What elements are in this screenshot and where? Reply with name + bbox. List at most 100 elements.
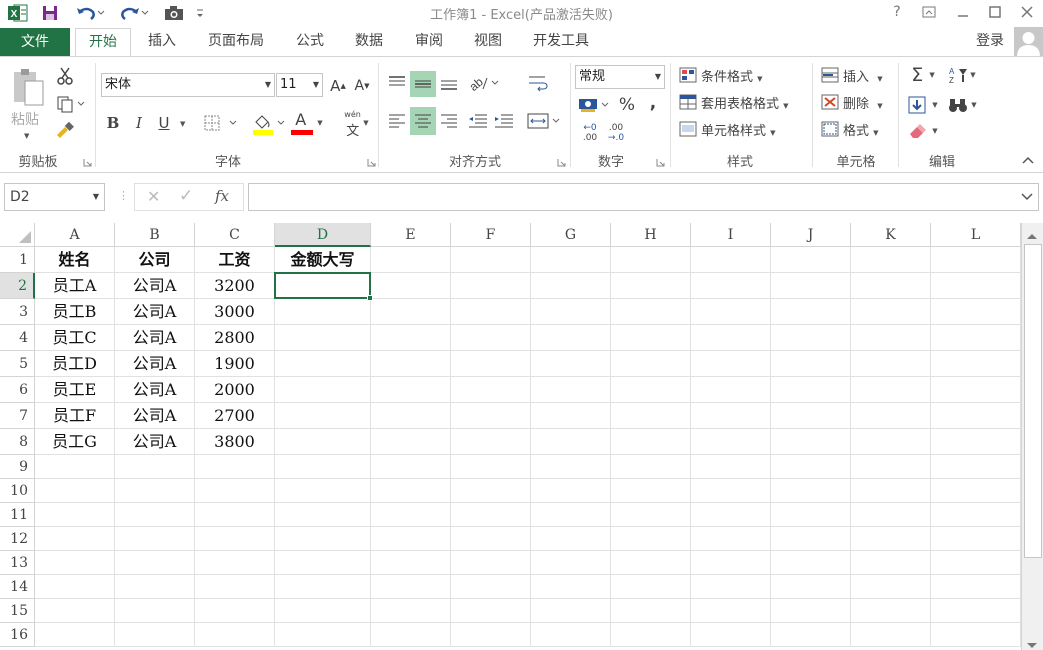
formula-input[interactable] — [248, 183, 1039, 211]
cell-i1[interactable] — [691, 247, 771, 273]
wrap-text-icon[interactable] — [526, 71, 552, 97]
cell-c6[interactable]: 2000 — [195, 377, 275, 403]
cell-f16[interactable] — [451, 623, 531, 647]
cell-c12[interactable] — [195, 527, 275, 551]
cell-k12[interactable] — [851, 527, 931, 551]
row-header-7[interactable]: 7 — [0, 403, 35, 429]
cell-l8[interactable] — [931, 429, 1021, 455]
column-header-h[interactable]: H — [611, 223, 691, 247]
cell-l11[interactable] — [931, 503, 1021, 527]
cell-i4[interactable] — [691, 325, 771, 351]
cell-h15[interactable] — [611, 599, 691, 623]
delete-cells-icon[interactable] — [820, 92, 840, 112]
cell-d6[interactable] — [275, 377, 371, 403]
cell-h11[interactable] — [611, 503, 691, 527]
cell-b3[interactable]: 公司A — [115, 299, 195, 325]
clipboard-launcher-icon[interactable] — [83, 156, 92, 167]
cell-a13[interactable] — [35, 551, 115, 575]
cell-j15[interactable] — [771, 599, 851, 623]
cell-d3[interactable] — [275, 299, 371, 325]
cut-icon[interactable] — [54, 65, 76, 87]
cell-h12[interactable] — [611, 527, 691, 551]
decrease-indent-icon[interactable] — [466, 109, 490, 133]
maximize-icon[interactable] — [984, 2, 1006, 22]
cell-j16[interactable] — [771, 623, 851, 647]
row-header-2[interactable]: 2 — [0, 273, 35, 299]
cell-a8[interactable]: 员工G — [35, 429, 115, 455]
format-cells-icon[interactable] — [820, 119, 840, 139]
font-launcher-icon[interactable] — [367, 156, 376, 167]
cell-a9[interactable] — [35, 455, 115, 479]
avatar[interactable] — [1014, 27, 1043, 57]
cell-j7[interactable] — [771, 403, 851, 429]
cell-g7[interactable] — [531, 403, 611, 429]
cell-h4[interactable] — [611, 325, 691, 351]
cell-l3[interactable] — [931, 299, 1021, 325]
row-header-11[interactable]: 11 — [0, 503, 35, 527]
cell-i5[interactable] — [691, 351, 771, 377]
cell-i14[interactable] — [691, 575, 771, 599]
paste-button-label[interactable]: 粘贴 — [11, 109, 39, 129]
cell-b4[interactable]: 公司A — [115, 325, 195, 351]
middle-align-icon[interactable] — [410, 71, 436, 97]
cell-g16[interactable] — [531, 623, 611, 647]
fill-color-button[interactable] — [250, 109, 288, 137]
cell-e6[interactable] — [371, 377, 451, 403]
cell-d16[interactable] — [275, 623, 371, 647]
cell-d12[interactable] — [275, 527, 371, 551]
cell-e16[interactable] — [371, 623, 451, 647]
cell-j1[interactable] — [771, 247, 851, 273]
cell-l14[interactable] — [931, 575, 1021, 599]
column-header-g[interactable]: G — [531, 223, 611, 247]
increase-indent-icon[interactable] — [492, 109, 516, 133]
column-header-e[interactable]: E — [371, 223, 451, 247]
cell-a11[interactable] — [35, 503, 115, 527]
cell-j11[interactable] — [771, 503, 851, 527]
tab-view[interactable]: 视图 — [463, 28, 513, 57]
cell-b2[interactable]: 公司A — [115, 273, 195, 299]
minimize-icon[interactable] — [952, 2, 974, 22]
font-size-select[interactable]: 11 ▼ — [276, 73, 323, 97]
align-center-icon[interactable] — [410, 107, 436, 135]
autosum-button[interactable]: Σ ▼ — [906, 63, 940, 87]
cell-h3[interactable] — [611, 299, 691, 325]
row-header-5[interactable]: 5 — [0, 351, 35, 377]
cell-l5[interactable] — [931, 351, 1021, 377]
cell-g12[interactable] — [531, 527, 611, 551]
help-icon[interactable]: ? — [886, 2, 908, 22]
cell-j10[interactable] — [771, 479, 851, 503]
column-header-l[interactable]: L — [931, 223, 1021, 247]
cell-g8[interactable] — [531, 429, 611, 455]
cell-d2[interactable] — [275, 273, 371, 299]
cell-k14[interactable] — [851, 575, 931, 599]
cell-j13[interactable] — [771, 551, 851, 575]
cell-k1[interactable] — [851, 247, 931, 273]
cell-f9[interactable] — [451, 455, 531, 479]
cell-g1[interactable] — [531, 247, 611, 273]
row-header-1[interactable]: 1 — [0, 247, 35, 273]
cell-k11[interactable] — [851, 503, 931, 527]
merge-center-icon[interactable] — [526, 109, 564, 133]
cell-a1[interactable]: 姓名 — [35, 247, 115, 273]
cell-j9[interactable] — [771, 455, 851, 479]
cell-styles-button[interactable]: 单元格样式 ▼ — [701, 120, 776, 139]
cell-f11[interactable] — [451, 503, 531, 527]
cell-b10[interactable] — [115, 479, 195, 503]
column-header-i[interactable]: I — [691, 223, 771, 247]
cell-b15[interactable] — [115, 599, 195, 623]
cell-c13[interactable] — [195, 551, 275, 575]
cell-f6[interactable] — [451, 377, 531, 403]
cell-i11[interactable] — [691, 503, 771, 527]
top-align-icon[interactable] — [386, 71, 408, 95]
row-header-15[interactable]: 15 — [0, 599, 35, 623]
column-header-k[interactable]: K — [851, 223, 931, 247]
cell-b14[interactable] — [115, 575, 195, 599]
cell-c8[interactable]: 3800 — [195, 429, 275, 455]
delete-cells-button[interactable]: 删除 ▼ — [843, 93, 883, 112]
cell-e9[interactable] — [371, 455, 451, 479]
underline-button[interactable]: U — [154, 111, 174, 135]
cell-a12[interactable] — [35, 527, 115, 551]
cell-b16[interactable] — [115, 623, 195, 647]
scroll-thumb[interactable] — [1024, 244, 1042, 558]
cell-f10[interactable] — [451, 479, 531, 503]
